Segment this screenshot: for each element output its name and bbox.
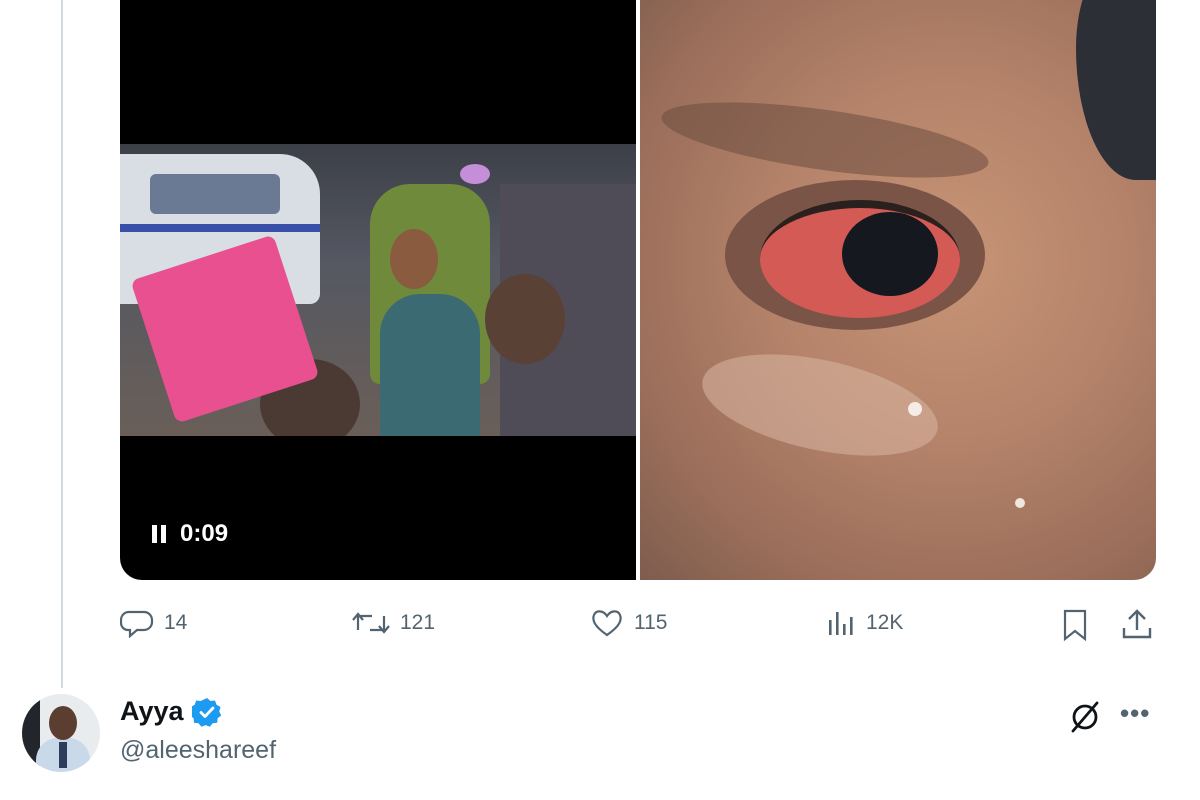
tweet-action-bar: 14 121 115 12K bbox=[120, 608, 1160, 648]
bookmark-icon bbox=[1063, 609, 1087, 642]
photo-iris bbox=[842, 212, 938, 296]
author-name[interactable]: Ayya bbox=[120, 696, 184, 727]
video-van-stripe bbox=[120, 224, 320, 232]
pause-icon[interactable] bbox=[152, 525, 166, 543]
reply-author-row: Ayya @aleeshareef ••• bbox=[22, 694, 1182, 784]
tweet-media-grid: 0:09 bbox=[120, 0, 1156, 580]
retweet-count: 121 bbox=[400, 611, 436, 634]
photo-eye-closeup[interactable] bbox=[640, 0, 1156, 580]
views-icon bbox=[829, 612, 853, 635]
video-head bbox=[485, 274, 565, 364]
video-controls: 0:09 bbox=[152, 520, 228, 548]
like-button[interactable]: 115 bbox=[590, 608, 667, 638]
photo-brow bbox=[657, 87, 993, 193]
more-icon[interactable]: ••• bbox=[1120, 700, 1150, 726]
verified-badge-icon bbox=[191, 697, 221, 727]
views-count: 12K bbox=[866, 611, 904, 634]
reply-count: 14 bbox=[164, 611, 188, 634]
like-icon bbox=[592, 610, 622, 637]
video-head bbox=[390, 229, 438, 289]
video-elapsed-time: 0:09 bbox=[180, 520, 229, 547]
share-icon bbox=[1122, 609, 1152, 639]
reply-button[interactable]: 14 bbox=[120, 608, 187, 638]
reply-icon bbox=[120, 610, 154, 638]
avatar[interactable] bbox=[22, 694, 100, 772]
video-player[interactable]: 0:09 bbox=[120, 0, 636, 580]
video-person-teal bbox=[380, 294, 480, 436]
retweet-button[interactable]: 121 bbox=[352, 608, 435, 638]
views-button[interactable]: 12K bbox=[826, 608, 903, 638]
bookmark-button[interactable] bbox=[1060, 608, 1090, 642]
video-frame bbox=[120, 144, 636, 436]
share-button[interactable] bbox=[1120, 608, 1154, 642]
like-count: 115 bbox=[634, 611, 668, 634]
photo-tear-drop bbox=[908, 402, 922, 416]
photo-tear-drop bbox=[1015, 498, 1025, 508]
thread-connector-line bbox=[61, 0, 63, 688]
photo-red-eye bbox=[760, 200, 960, 318]
video-van-window bbox=[150, 174, 280, 214]
video-light bbox=[460, 164, 490, 184]
photo-hair bbox=[1076, 0, 1156, 180]
retweet-icon bbox=[352, 612, 390, 634]
author-handle[interactable]: @aleeshareef bbox=[120, 736, 276, 765]
author-name-row: Ayya bbox=[120, 696, 222, 727]
grok-icon[interactable] bbox=[1068, 700, 1102, 734]
